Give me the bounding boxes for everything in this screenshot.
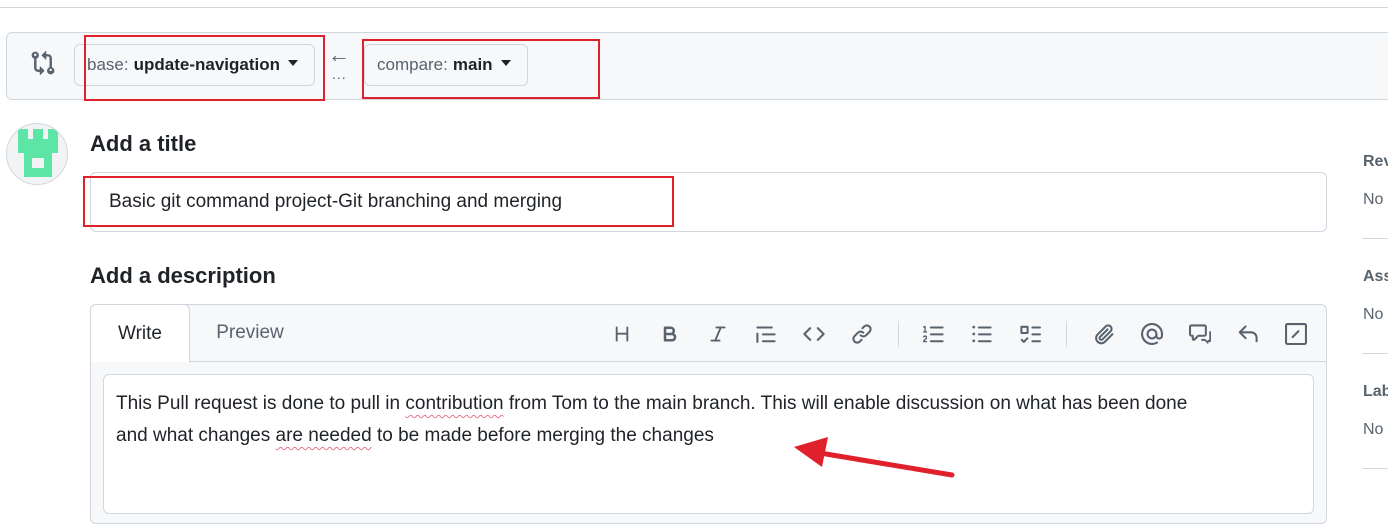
- description-heading: Add a description: [90, 263, 276, 288]
- slash-command-icon[interactable]: [1280, 318, 1312, 350]
- description-text: to be made before merging the changes: [371, 425, 714, 446]
- ordered-list-icon[interactable]: [918, 318, 950, 350]
- mention-icon[interactable]: [1136, 318, 1168, 350]
- sidebar-divider: [1362, 468, 1388, 469]
- toolbar-divider: [1066, 321, 1067, 347]
- avatar: [6, 123, 68, 185]
- description-line-1: This Pull request is done to pull in con…: [116, 393, 1187, 415]
- toolbar-divider: [898, 321, 899, 347]
- quote-icon[interactable]: [750, 318, 782, 350]
- title-input[interactable]: Basic git command project-Git branching …: [90, 172, 1327, 232]
- spellcheck-word: contribution: [405, 393, 504, 414]
- sidebar-divider: [1362, 353, 1388, 354]
- description-text: This Pull request is done to pull in: [116, 393, 406, 414]
- heading-icon[interactable]: [606, 318, 638, 350]
- sidebar-divider: [1362, 238, 1388, 239]
- compare-branch-button[interactable]: compare: main: [364, 44, 528, 86]
- description-line-2: and what changes are needed to be made b…: [116, 425, 714, 447]
- annotation-arrow: [794, 437, 955, 478]
- sidebar-value-labels: No: [1363, 421, 1384, 438]
- base-prefix: base:: [87, 55, 129, 74]
- code-icon[interactable]: [798, 318, 830, 350]
- top-divider: [0, 7, 1388, 8]
- sidebar-label-assignees: Ass: [1363, 268, 1388, 285]
- description-text: and what changes: [116, 425, 276, 446]
- git-compare-icon: [30, 50, 56, 76]
- cross-reference-icon[interactable]: [1184, 318, 1216, 350]
- title-heading: Add a title: [90, 131, 197, 156]
- unordered-list-icon[interactable]: [966, 318, 998, 350]
- tab-preview[interactable]: Preview: [198, 304, 302, 362]
- base-branch-button[interactable]: base: update-navigation: [74, 44, 315, 86]
- link-icon[interactable]: [846, 318, 878, 350]
- bold-icon[interactable]: [654, 318, 686, 350]
- compare-branch-name: main: [452, 55, 493, 74]
- compare-prefix: compare:: [377, 55, 448, 74]
- caret-down-icon: [288, 60, 298, 66]
- tab-write[interactable]: Write: [90, 304, 190, 362]
- attach-icon[interactable]: [1088, 318, 1120, 350]
- task-list-icon[interactable]: [1014, 318, 1046, 350]
- sidebar-label-reviewers: Rev: [1363, 153, 1388, 170]
- italic-icon[interactable]: [702, 318, 734, 350]
- spellcheck-word: are needed: [275, 425, 372, 446]
- base-branch-name: update-navigation: [133, 55, 280, 74]
- arrow-left-icon: ←: [328, 42, 350, 67]
- title-input-value: Basic git command project-Git branching …: [109, 191, 563, 212]
- sidebar-label-labels: Lab: [1363, 383, 1388, 400]
- sidebar-value-assignees: No: [1363, 306, 1384, 323]
- swap-dots: ...: [332, 66, 347, 82]
- reply-icon[interactable]: [1232, 318, 1264, 350]
- description-text: from Tom to the main branch. This will e…: [503, 393, 1188, 414]
- sidebar-value-reviewers: No: [1363, 191, 1384, 208]
- caret-down-icon: [500, 60, 511, 66]
